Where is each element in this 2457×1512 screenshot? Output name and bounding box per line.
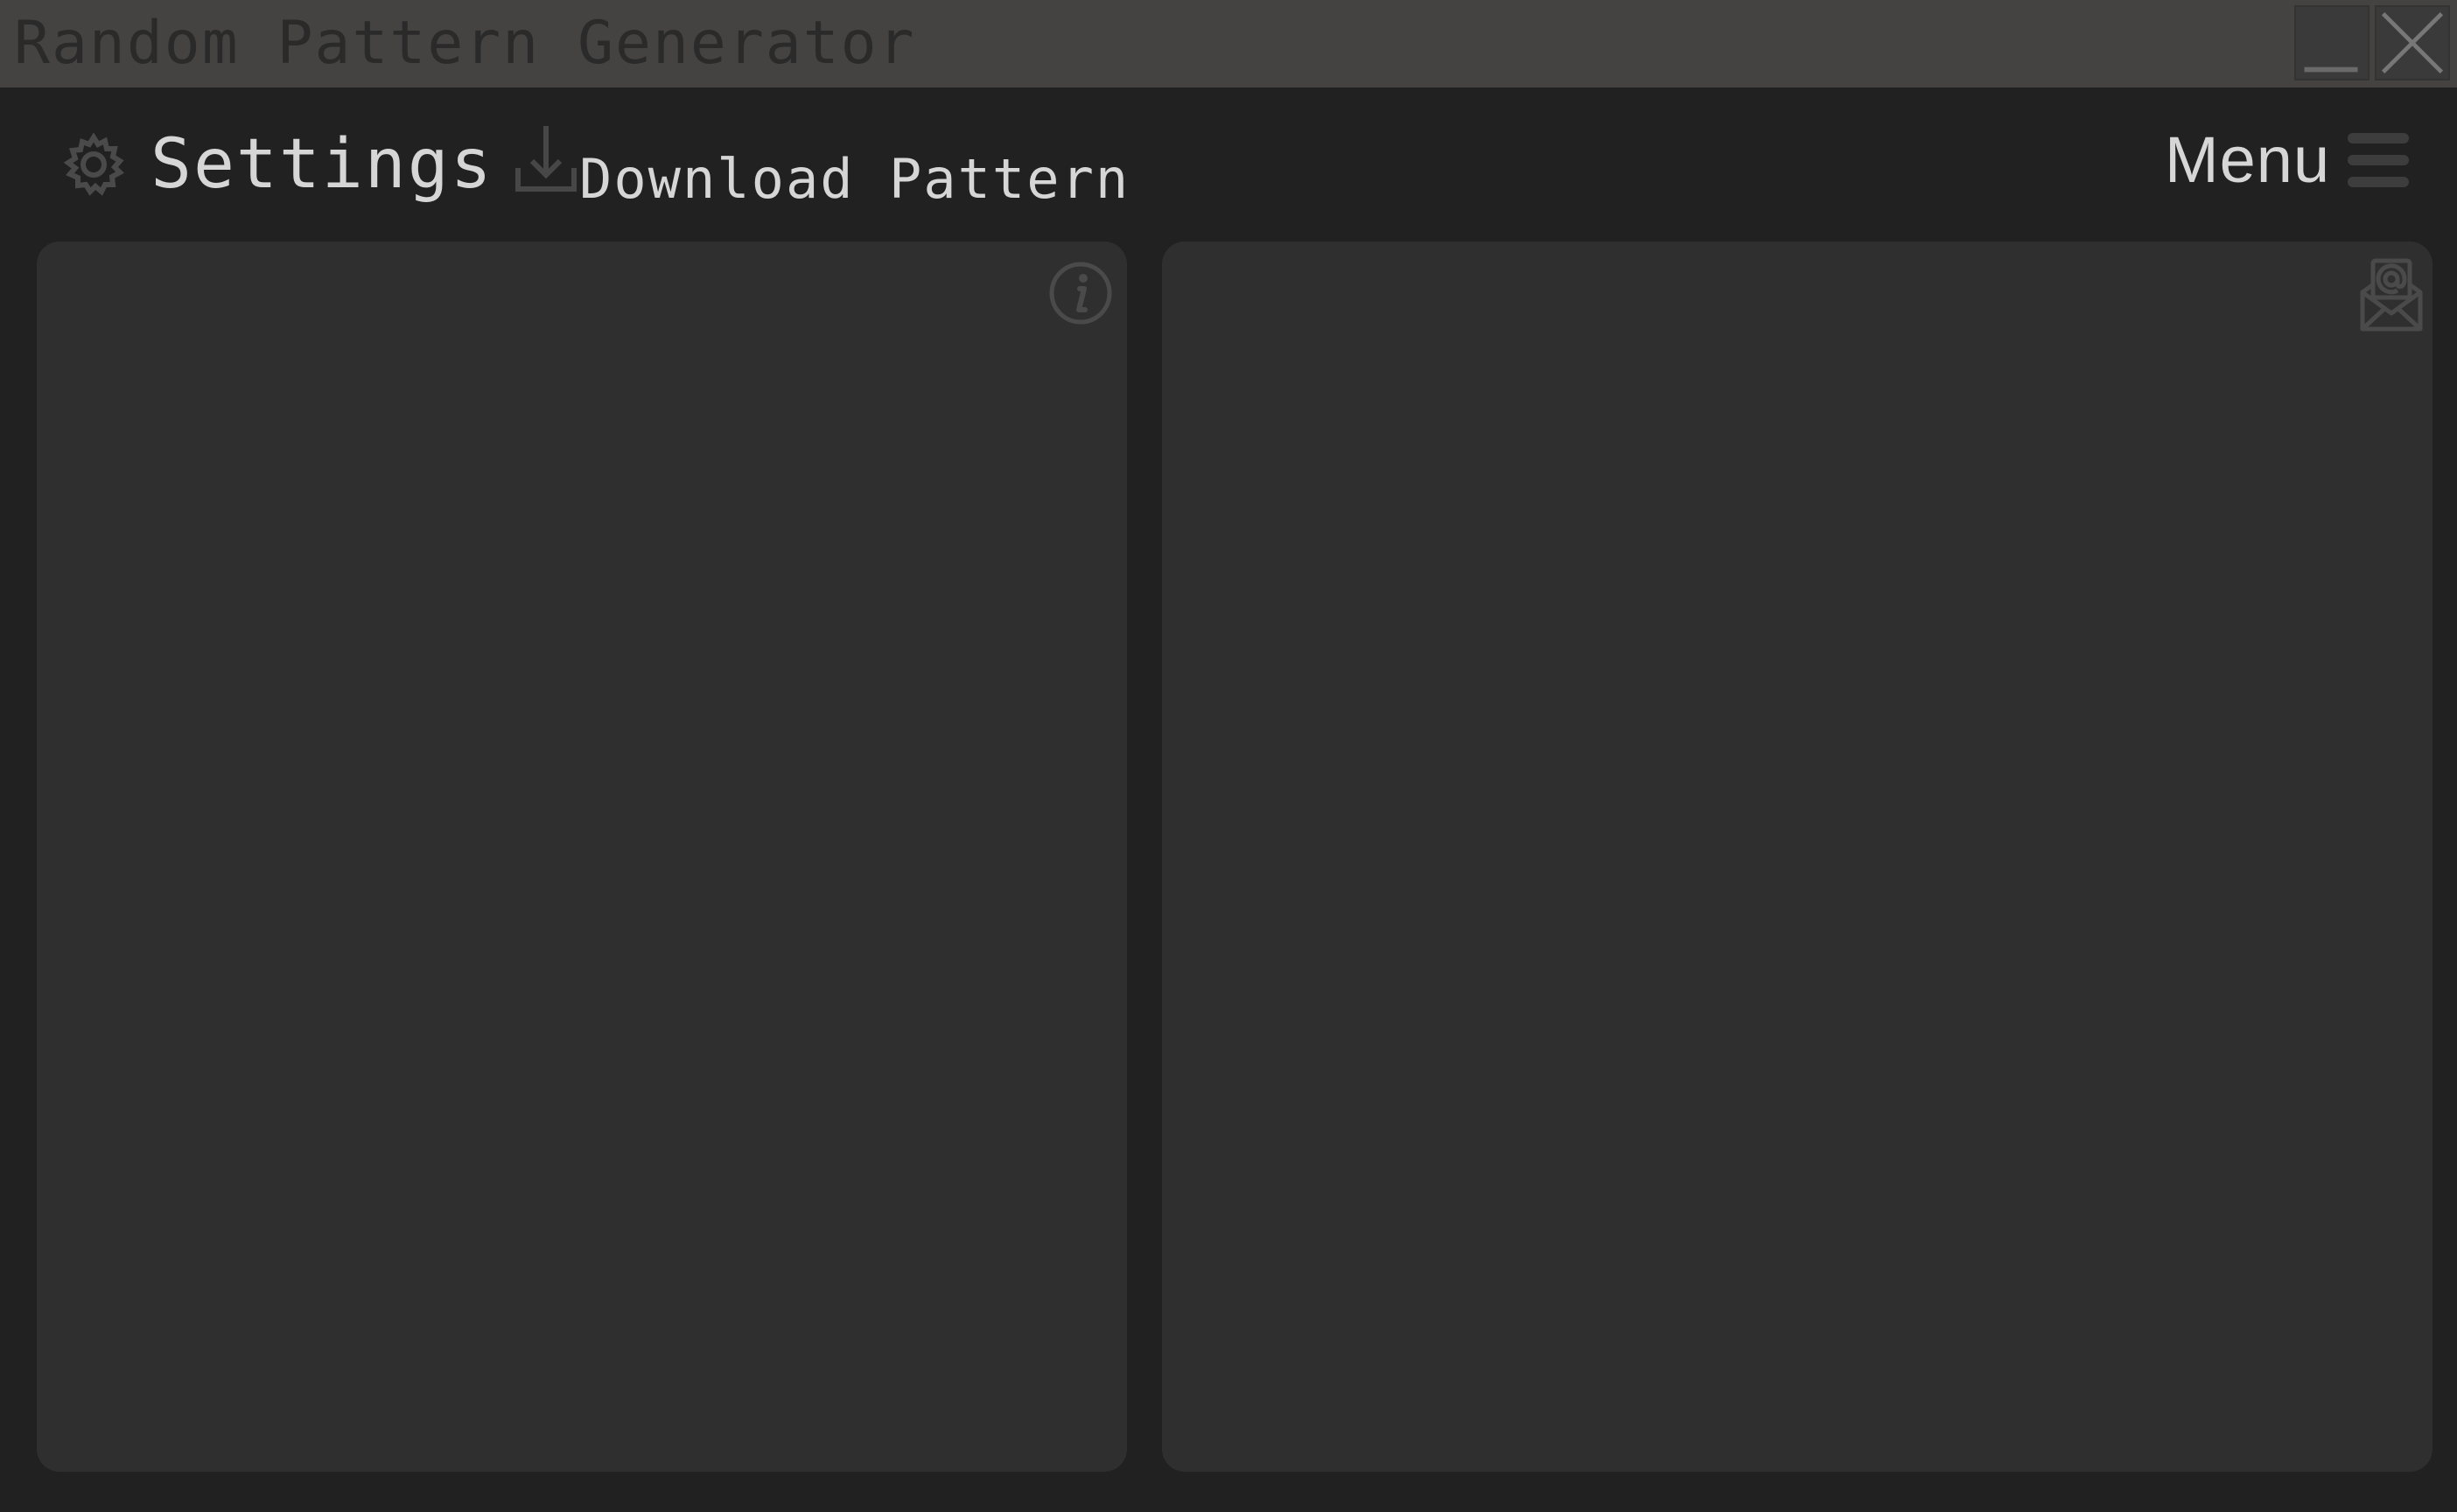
close-button[interactable] [2375, 5, 2450, 80]
minimize-button[interactable] [2294, 5, 2370, 80]
title-bar[interactable]: Random Pattern Generator [0, 0, 2457, 88]
download-label: Download Pattern [579, 147, 1130, 211]
app-window: Random Pattern Generator Settings Downlo… [0, 0, 2457, 1512]
minimize-icon [2304, 66, 2358, 73]
left-panel [37, 242, 1127, 1472]
close-icon [2381, 11, 2444, 74]
download-icon [515, 126, 577, 192]
window-title: Random Pattern Generator [14, 9, 916, 78]
mail-icon[interactable] [2357, 257, 2426, 332]
info-icon[interactable] [1048, 261, 1113, 326]
settings-label: Settings [150, 125, 494, 204]
settings-button[interactable]: Settings [61, 122, 494, 206]
hamburger-icon [2348, 133, 2410, 187]
menu-label: Menu [2165, 123, 2331, 196]
menu-button[interactable]: Menu [2165, 121, 2411, 200]
gear-icon [63, 132, 124, 196]
download-pattern-button[interactable]: Download Pattern [513, 122, 1130, 219]
right-panel [1162, 242, 2432, 1472]
